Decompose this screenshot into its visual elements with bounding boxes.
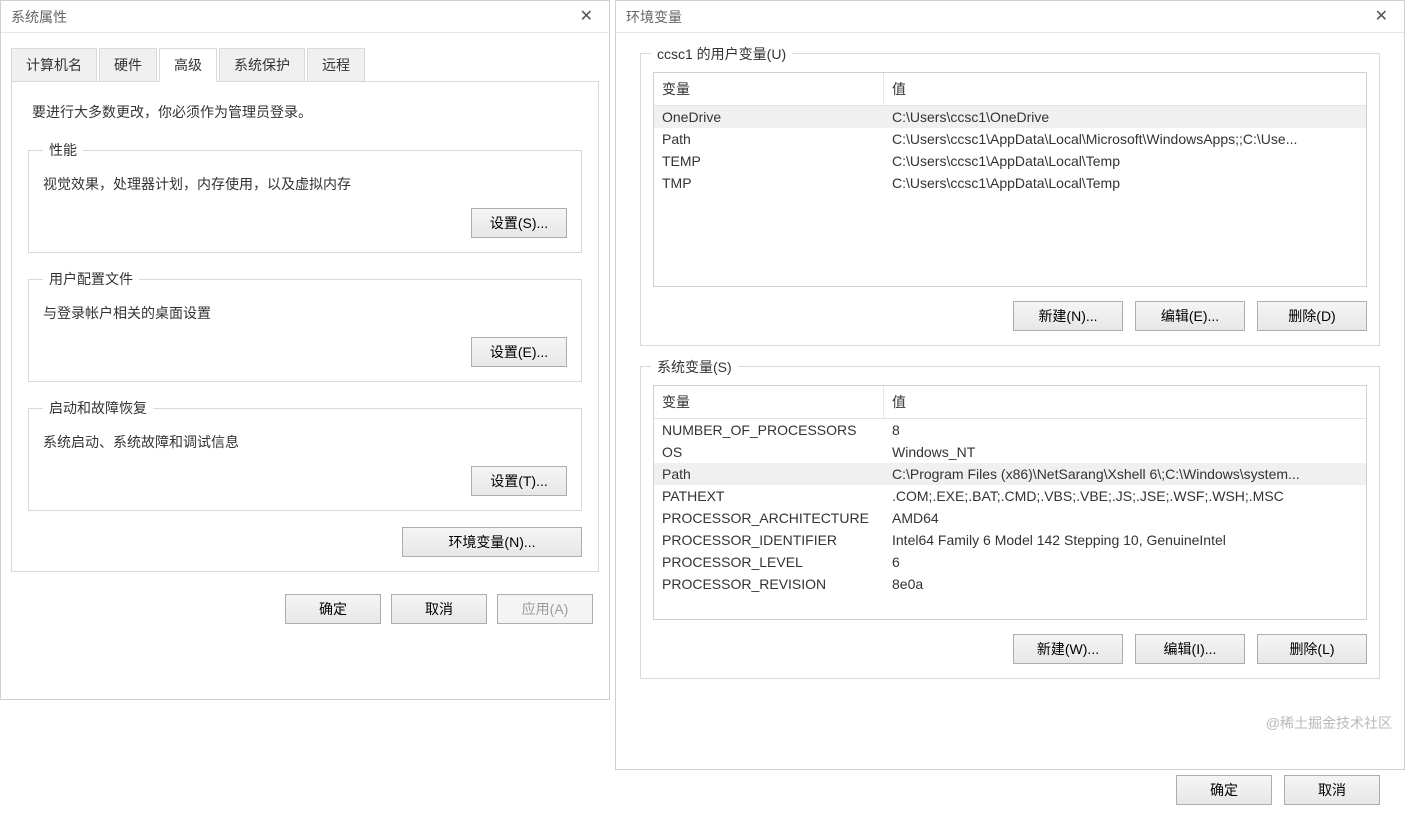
col-value[interactable]: 值 <box>884 73 1366 105</box>
dialog-title: 系统属性 <box>11 1 67 33</box>
ok-button[interactable]: 确定 <box>285 594 381 624</box>
system-properties-dialog: 系统属性 ✕ 计算机名硬件高级系统保护远程 要进行大多数更改，你必须作为管理员登… <box>0 0 610 700</box>
table-row[interactable]: PROCESSOR_ARCHITECTUREAMD64 <box>654 507 1366 529</box>
cancel-button[interactable]: 取消 <box>391 594 487 624</box>
sys-new-button[interactable]: 新建(W)... <box>1013 634 1123 664</box>
var-name: Path <box>654 463 884 485</box>
user-edit-button[interactable]: 编辑(E)... <box>1135 301 1245 331</box>
tab-strip: 计算机名硬件高级系统保护远程 <box>11 47 599 81</box>
table-row[interactable]: TEMPC:\Users\ccsc1\AppData\Local\Temp <box>654 150 1366 172</box>
var-value: C:\Users\ccsc1\AppData\Local\Temp <box>884 150 1366 172</box>
apply-button: 应用(A) <box>497 594 593 624</box>
system-variables-legend: 系统变量(S) <box>651 357 738 377</box>
startup-settings-button[interactable]: 设置(T)... <box>471 466 567 496</box>
ok-button[interactable]: 确定 <box>1176 775 1272 805</box>
table-row[interactable]: OneDriveC:\Users\ccsc1\OneDrive <box>654 106 1366 128</box>
table-row[interactable]: PathC:\Program Files (x86)\NetSarang\Xsh… <box>654 463 1366 485</box>
system-variables-body: NUMBER_OF_PROCESSORS8OSWindows_NTPathC:\… <box>654 419 1366 619</box>
sys-delete-button[interactable]: 删除(L) <box>1257 634 1367 664</box>
admin-note: 要进行大多数更改，你必须作为管理员登录。 <box>32 102 582 122</box>
tab-计算机名[interactable]: 计算机名 <box>11 48 97 82</box>
tab-系统保护[interactable]: 系统保护 <box>219 48 305 82</box>
tab-远程[interactable]: 远程 <box>307 48 365 82</box>
performance-desc: 视觉效果，处理器计划，内存使用，以及虚拟内存 <box>43 174 567 194</box>
var-value: C:\Users\ccsc1\AppData\Local\Microsoft\W… <box>884 128 1366 150</box>
environment-variables-dialog: 环境变量 ✕ ccsc1 的用户变量(U) 变量 值 OneDriveC:\Us… <box>615 0 1405 770</box>
startup-group: 启动和故障恢复 系统启动、系统故障和调试信息 设置(T)... <box>28 398 582 511</box>
var-value: 6 <box>884 551 1366 573</box>
userprofiles-legend: 用户配置文件 <box>43 269 139 289</box>
watermark: @稀土掘金技术社区 <box>1266 713 1392 733</box>
tab-硬件[interactable]: 硬件 <box>99 48 157 82</box>
var-name: PROCESSOR_LEVEL <box>654 551 884 573</box>
var-value: C:\Users\ccsc1\AppData\Local\Temp <box>884 172 1366 194</box>
var-name: PROCESSOR_REVISION <box>654 573 884 595</box>
user-variables-group: ccsc1 的用户变量(U) 变量 值 OneDriveC:\Users\ccs… <box>640 53 1380 346</box>
var-name: PROCESSOR_ARCHITECTURE <box>654 507 884 529</box>
var-name: PROCESSOR_IDENTIFIER <box>654 529 884 551</box>
table-row[interactable]: PathC:\Users\ccsc1\AppData\Local\Microso… <box>654 128 1366 150</box>
close-icon[interactable]: ✕ <box>1369 1 1394 33</box>
var-name: PATHEXT <box>654 485 884 507</box>
table-row[interactable]: PROCESSOR_LEVEL6 <box>654 551 1366 573</box>
var-name: OneDrive <box>654 106 884 128</box>
table-row[interactable]: PROCESSOR_REVISION8e0a <box>654 573 1366 595</box>
cancel-button[interactable]: 取消 <box>1284 775 1380 805</box>
var-value: C:\Program Files (x86)\NetSarang\Xshell … <box>884 463 1366 485</box>
userprofiles-group: 用户配置文件 与登录帐户相关的桌面设置 设置(E)... <box>28 269 582 382</box>
dialog-buttons-right: 确定 取消 <box>616 769 1404 817</box>
var-value: 8 <box>884 419 1366 441</box>
user-variables-table[interactable]: 变量 值 OneDriveC:\Users\ccsc1\OneDrivePath… <box>653 72 1367 287</box>
table-row[interactable]: OSWindows_NT <box>654 441 1366 463</box>
titlebar-right: 环境变量 ✕ <box>616 1 1404 33</box>
var-name: OS <box>654 441 884 463</box>
var-value: AMD64 <box>884 507 1366 529</box>
var-value: Intel64 Family 6 Model 142 Stepping 10, … <box>884 529 1366 551</box>
var-name: NUMBER_OF_PROCESSORS <box>654 419 884 441</box>
var-name: Path <box>654 128 884 150</box>
userprofiles-desc: 与登录帐户相关的桌面设置 <box>43 303 567 323</box>
startup-desc: 系统启动、系统故障和调试信息 <box>43 432 567 452</box>
var-value: C:\Users\ccsc1\OneDrive <box>884 106 1366 128</box>
var-name: TMP <box>654 172 884 194</box>
user-variables-legend: ccsc1 的用户变量(U) <box>651 44 792 64</box>
col-value[interactable]: 值 <box>884 386 1366 418</box>
performance-group: 性能 视觉效果，处理器计划，内存使用，以及虚拟内存 设置(S)... <box>28 140 582 253</box>
system-variables-table[interactable]: 变量 值 NUMBER_OF_PROCESSORS8OSWindows_NTPa… <box>653 385 1367 620</box>
tab-panel-advanced: 要进行大多数更改，你必须作为管理员登录。 性能 视觉效果，处理器计划，内存使用，… <box>11 81 599 572</box>
tab-高级[interactable]: 高级 <box>159 48 217 82</box>
var-value: 8e0a <box>884 573 1366 595</box>
environment-variables-button[interactable]: 环境变量(N)... <box>402 527 582 557</box>
col-variable[interactable]: 变量 <box>654 386 884 418</box>
user-variables-body: OneDriveC:\Users\ccsc1\OneDrivePathC:\Us… <box>654 106 1366 286</box>
performance-settings-button[interactable]: 设置(S)... <box>471 208 567 238</box>
table-row[interactable]: PROCESSOR_IDENTIFIERIntel64 Family 6 Mod… <box>654 529 1366 551</box>
sys-edit-button[interactable]: 编辑(I)... <box>1135 634 1245 664</box>
col-variable[interactable]: 变量 <box>654 73 884 105</box>
table-row[interactable]: PATHEXT.COM;.EXE;.BAT;.CMD;.VBS;.VBE;.JS… <box>654 485 1366 507</box>
userprofiles-settings-button[interactable]: 设置(E)... <box>471 337 567 367</box>
close-icon[interactable]: ✕ <box>574 1 599 33</box>
table-row[interactable]: TMPC:\Users\ccsc1\AppData\Local\Temp <box>654 172 1366 194</box>
dialog-title: 环境变量 <box>626 1 682 33</box>
startup-legend: 启动和故障恢复 <box>43 398 153 418</box>
user-new-button[interactable]: 新建(N)... <box>1013 301 1123 331</box>
var-name: TEMP <box>654 150 884 172</box>
table-header: 变量 值 <box>654 386 1366 419</box>
table-row[interactable]: NUMBER_OF_PROCESSORS8 <box>654 419 1366 441</box>
system-variables-group: 系统变量(S) 变量 值 NUMBER_OF_PROCESSORS8OSWind… <box>640 366 1380 679</box>
dialog-buttons-left: 确定 取消 应用(A) <box>1 584 609 634</box>
user-delete-button[interactable]: 删除(D) <box>1257 301 1367 331</box>
var-value: Windows_NT <box>884 441 1366 463</box>
titlebar-left: 系统属性 ✕ <box>1 1 609 33</box>
table-header: 变量 值 <box>654 73 1366 106</box>
performance-legend: 性能 <box>43 140 83 160</box>
var-value: .COM;.EXE;.BAT;.CMD;.VBS;.VBE;.JS;.JSE;.… <box>884 485 1366 507</box>
